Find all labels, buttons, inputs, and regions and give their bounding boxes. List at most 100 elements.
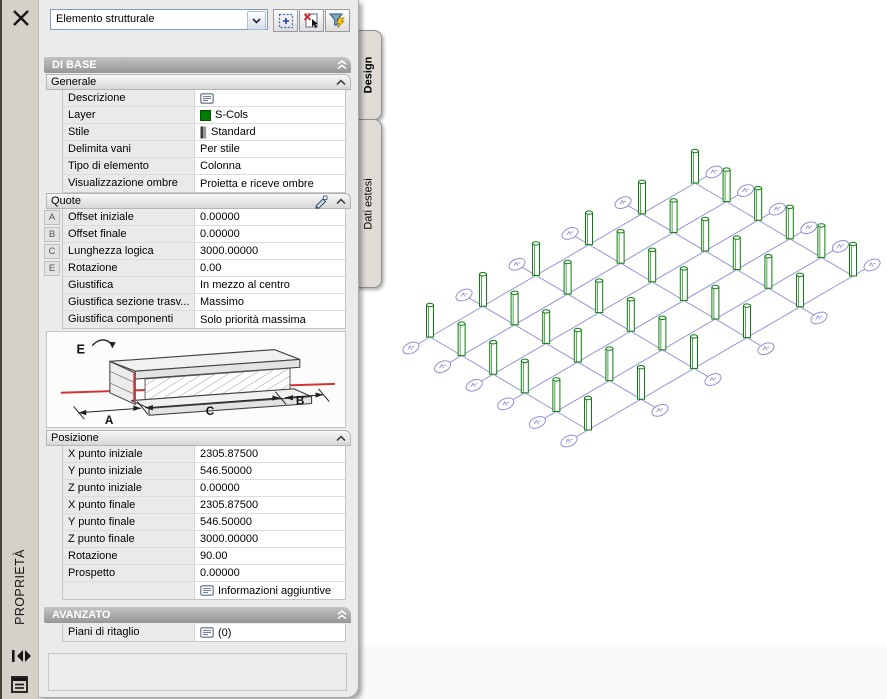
property-label: Delimita vani: [63, 141, 195, 157]
property-value[interactable]: 2305.87500: [195, 497, 345, 513]
table-row: C Lunghezza logica 3000.00000: [44, 243, 345, 260]
collapse-chevron-icon: [336, 198, 346, 205]
property-label: Rotazione: [63, 548, 195, 564]
beam-sketch: E A C B: [60, 339, 336, 427]
property-label: Layer: [63, 107, 195, 123]
property-value[interactable]: 546.50000: [195, 514, 345, 530]
table-row: Layer S-Cols: [63, 107, 345, 124]
beam-diagram-panel: E A C B: [46, 331, 346, 428]
property-label: Giustifica sezione trasv...: [63, 294, 195, 310]
property-value[interactable]: Massimo: [195, 294, 345, 310]
table-row: Visualizzazione ombre Proietta e riceve …: [63, 175, 345, 192]
property-value[interactable]: Standard: [195, 124, 345, 140]
property-label: Offset iniziale: [63, 209, 195, 225]
table-row: Prospetto 0.00000: [63, 565, 345, 582]
property-value[interactable]: 3000.00000: [195, 531, 345, 547]
description-area: [48, 653, 347, 691]
property-label: Lunghezza logica: [63, 243, 195, 259]
table-row: Piani di ritaglio (0): [63, 624, 345, 641]
tab-design[interactable]: Design: [356, 30, 382, 120]
property-value[interactable]: [195, 90, 345, 106]
rotation-arrow: [91, 339, 114, 348]
label-c: C: [206, 405, 215, 418]
table-row: B Offset finale 0.00000: [44, 226, 345, 243]
table-row: Giustifica In mezzo al centro: [63, 277, 345, 294]
property-value[interactable]: Solo priorità massima: [195, 311, 345, 328]
note-icon: [200, 92, 214, 104]
combo-dropdown-button[interactable]: [247, 11, 266, 30]
element-type-select[interactable]: Elemento strutturale: [50, 9, 268, 30]
property-label: Prospetto: [63, 565, 195, 581]
property-label: Y punto finale: [63, 514, 195, 530]
quick-select-icon: [303, 13, 318, 28]
dimension-worksheet-icon[interactable]: [314, 195, 328, 209]
property-value[interactable]: (0): [195, 624, 345, 641]
table-row: Z punto finale 3000.00000: [63, 531, 345, 548]
properties-menu-icon[interactable]: [10, 675, 29, 694]
subsection-posizione[interactable]: Posizione: [46, 430, 351, 446]
palette-title-bar[interactable]: PROPRIETÀ: [2, 0, 39, 699]
collapse-chevron-icon: [336, 435, 346, 442]
avanzato-rows: Piani di ritaglio (0): [62, 624, 346, 642]
property-value[interactable]: 0.00: [195, 260, 345, 276]
dimension-marker: B: [44, 227, 60, 242]
label-b: B: [296, 394, 304, 407]
section-di-base[interactable]: DI BASE: [44, 57, 351, 73]
property-label: Y punto iniziale: [63, 463, 195, 479]
table-row: X punto iniziale 2305.87500: [63, 446, 345, 463]
property-label: X punto finale: [63, 497, 195, 513]
collapse-chevron-icon: [336, 79, 346, 86]
table-row: Stile Standard: [63, 124, 345, 141]
quick-select-button[interactable]: [299, 9, 324, 32]
table-row: X punto finale 2305.87500: [63, 497, 345, 514]
filter-button[interactable]: [325, 9, 350, 32]
property-value[interactable]: 0.00000: [195, 480, 345, 496]
element-type-value: Elemento strutturale: [56, 13, 155, 25]
property-value[interactable]: 0.00000: [195, 226, 345, 242]
table-row: Z punto iniziale 0.00000: [63, 480, 345, 497]
additional-info-link[interactable]: Informazioni aggiuntive: [195, 582, 345, 599]
property-label: Giustifica componenti: [63, 311, 195, 328]
section-avanzato[interactable]: AVANZATO: [44, 607, 351, 623]
note-icon: [200, 627, 214, 638]
tab-dati-estesi[interactable]: Dati estesi: [356, 119, 382, 288]
property-value[interactable]: Proietta e riceve ombre: [195, 175, 345, 192]
subsection-generale[interactable]: Generale: [46, 74, 351, 90]
property-label: [63, 582, 195, 599]
property-value[interactable]: 90.00: [195, 548, 345, 564]
property-value[interactable]: Colonna: [195, 158, 345, 174]
select-objects-icon: [278, 13, 293, 28]
property-label: Giustifica: [63, 277, 195, 293]
filter-lightning-icon: [329, 13, 345, 28]
label-e: E: [77, 342, 85, 357]
subsection-quote[interactable]: Quote: [46, 193, 351, 209]
table-row: E Rotazione 0.00: [44, 260, 345, 277]
note-icon: [200, 585, 214, 596]
property-label: Z punto iniziale: [63, 480, 195, 496]
style-icon: [200, 126, 207, 138]
property-value[interactable]: Per stile: [195, 141, 345, 157]
close-icon[interactable]: [10, 7, 32, 29]
property-value[interactable]: 0.00000: [195, 565, 345, 581]
property-label: Z punto finale: [63, 531, 195, 547]
property-value[interactable]: 0.00000: [195, 209, 345, 225]
auto-hide-icon[interactable]: [10, 648, 32, 664]
property-value[interactable]: In mezzo al centro: [195, 277, 345, 293]
property-label: Offset finale: [63, 226, 195, 242]
property-label: Stile: [63, 124, 195, 140]
table-row: Informazioni aggiuntive: [63, 582, 345, 599]
table-row: Y punto finale 546.50000: [63, 514, 345, 531]
property-label: Tipo di elemento: [63, 158, 195, 174]
palette-title: PROPRIETÀ: [13, 549, 27, 625]
property-value[interactable]: S-Cols: [195, 107, 345, 123]
property-value[interactable]: 3000.00000: [195, 243, 345, 259]
property-value[interactable]: 546.50000: [195, 463, 345, 479]
table-row: Y punto iniziale 546.50000: [63, 463, 345, 480]
property-label: X punto iniziale: [63, 446, 195, 462]
property-label: Piani di ritaglio: [63, 624, 195, 641]
property-value[interactable]: 2305.87500: [195, 446, 345, 462]
properties-palette: Elemento strutturale DI BASE Generale De…: [38, 0, 359, 698]
select-objects-button[interactable]: [273, 9, 298, 32]
table-row: Descrizione: [63, 90, 345, 107]
property-label: Rotazione: [63, 260, 195, 276]
